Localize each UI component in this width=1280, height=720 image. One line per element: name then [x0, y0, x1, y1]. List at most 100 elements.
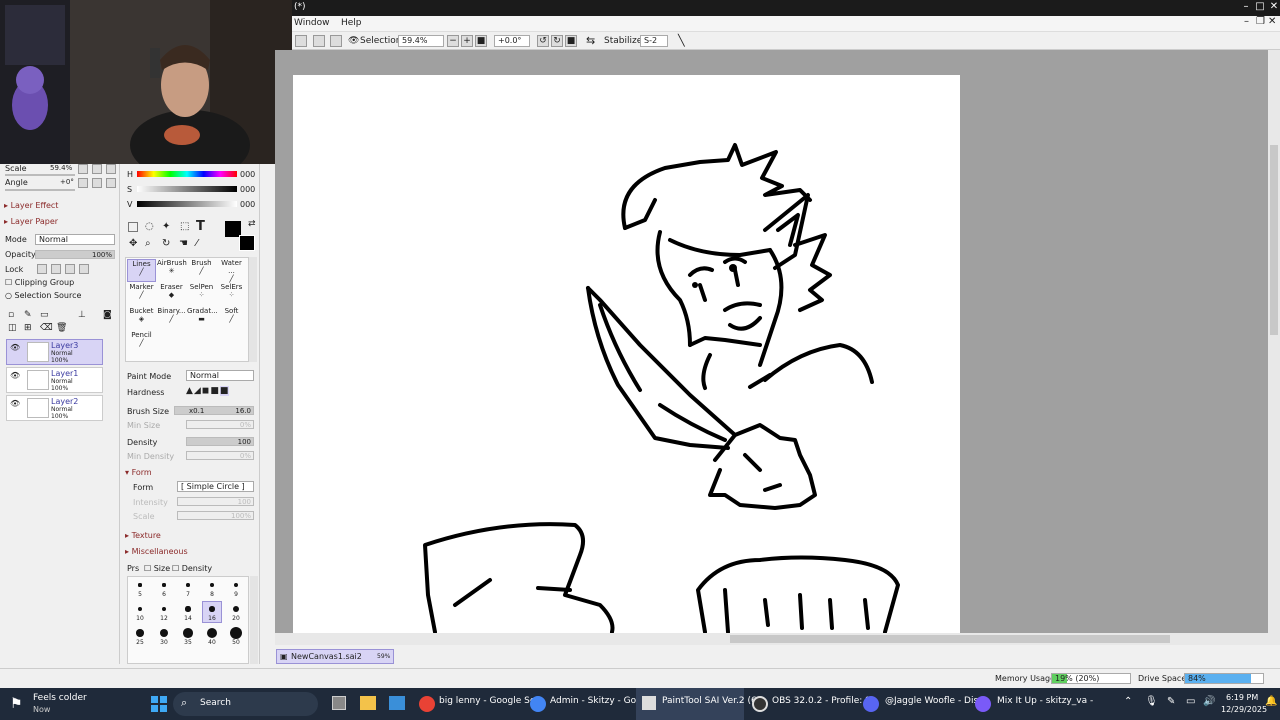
brush-size-dot[interactable]	[230, 627, 242, 639]
tool-soft[interactable]: Soft ╱	[217, 307, 246, 330]
clear-layer-icon[interactable]: ⌫	[40, 323, 53, 333]
drawing-canvas[interactable]	[293, 75, 960, 634]
layer-item[interactable]: 👁 Layer3 Normal 100%	[6, 339, 103, 365]
eyedropper-icon[interactable]: ⁄	[196, 238, 198, 249]
lock-paint-icon[interactable]	[51, 264, 61, 274]
rotate-icon[interactable]: ↻	[162, 238, 170, 249]
toolbar-icon-2[interactable]	[313, 35, 325, 47]
tool-binary[interactable]: Binary... ╱	[157, 307, 186, 330]
selection-toggle[interactable]: Selection	[360, 35, 401, 47]
doc-close-icon[interactable]: ✕	[1268, 16, 1276, 27]
misc-section[interactable]: ▸ Miscellaneous	[125, 547, 188, 556]
chrome-icon[interactable]	[419, 696, 435, 712]
vertical-scrollbar[interactable]	[1268, 50, 1280, 633]
tool-airbrush[interactable]: AirBrush ✳	[157, 259, 187, 282]
angle-reset-button[interactable]	[106, 178, 116, 188]
tool-bucket[interactable]: Bucket ◈	[127, 307, 156, 330]
scale-plus-button[interactable]	[92, 164, 102, 174]
blend-mode-select[interactable]: Normal	[35, 234, 115, 245]
brush-size-slider[interactable]: x0.1 16.0	[174, 406, 254, 415]
zoom-field[interactable]: 59.4%	[398, 35, 444, 47]
menu-help[interactable]: Help	[341, 18, 362, 28]
tool-lines[interactable]: Lines ╱	[127, 259, 156, 282]
intensity-slider[interactable]: 100	[177, 497, 254, 506]
tool-selers[interactable]: SelErs ⁘	[217, 283, 246, 306]
weather-title[interactable]: Feels colder	[33, 693, 87, 703]
tray-chevron-up-icon[interactable]: ⌃	[1124, 696, 1132, 707]
density-slider[interactable]: 100	[186, 437, 254, 446]
pen-icon[interactable]: ✎	[1167, 696, 1175, 707]
brush-size-dot[interactable]	[138, 583, 142, 587]
taskbar-app[interactable]: @Jaggle Woofle - Dis	[885, 696, 978, 706]
maximize-icon[interactable]: □	[1254, 1, 1266, 13]
line-icon[interactable]: ╲	[678, 35, 685, 47]
rotation-field[interactable]: +0.0°	[494, 35, 530, 47]
brush-size-scrollbar[interactable]	[250, 576, 258, 664]
vertical-scroll-thumb[interactable]	[1270, 145, 1278, 335]
brush-size-dot[interactable]	[136, 629, 144, 637]
close-icon[interactable]: ✕	[1268, 1, 1280, 13]
toolbar-icon-3[interactable]	[330, 35, 342, 47]
minimize-icon[interactable]: –	[1240, 1, 1252, 13]
delete-layer-icon[interactable]: 🗑	[56, 323, 67, 333]
lasso-icon[interactable]: ◌	[145, 221, 154, 232]
rotate-right-button[interactable]: ↻	[551, 35, 563, 47]
clock-time[interactable]: 6:19 PM	[1226, 693, 1258, 702]
menu-window[interactable]: Window	[294, 18, 330, 28]
min-size-slider[interactable]: 0%	[186, 420, 254, 429]
brush-size-dot[interactable]	[232, 605, 240, 613]
layer-item[interactable]: 👁 Layer1 Normal 100%	[6, 367, 103, 393]
selection-source-checkbox[interactable]: ○ Selection Source	[5, 291, 81, 300]
horizontal-scroll-thumb[interactable]	[730, 635, 1170, 643]
brush-size-dot[interactable]	[206, 627, 218, 639]
new-vector-layer-icon[interactable]: ✎	[24, 310, 32, 320]
swap-colors-icon[interactable]: ⇄	[248, 219, 256, 229]
form-select[interactable]: [ Simple Circle ]	[177, 481, 254, 492]
weather-icon[interactable]: ⚑	[10, 696, 23, 712]
transfer-icon[interactable]: ⊥	[78, 310, 86, 320]
rotate-left-button[interactable]: ↺	[537, 35, 549, 47]
scale-slider[interactable]	[5, 174, 75, 176]
taskbar-app[interactable]: Mix It Up - skitzy_va -	[997, 696, 1093, 706]
obs-icon[interactable]	[752, 696, 768, 712]
layer-paper-section[interactable]: ▸ Layer Paper	[4, 217, 58, 226]
tool-brush[interactable]: Brush ╱	[187, 259, 216, 282]
layer-mask-icon[interactable]: ◫	[8, 323, 17, 333]
eye-icon[interactable]: 👁	[348, 35, 359, 47]
file-explorer-icon[interactable]	[360, 696, 376, 710]
layer-item[interactable]: 👁 Layer2 Normal 100%	[6, 395, 103, 421]
rotate-reset-button[interactable]: ■	[565, 35, 577, 47]
chrome-icon[interactable]	[530, 696, 546, 712]
tool-eraser[interactable]: Eraser ◆	[157, 283, 186, 306]
rect-select-icon[interactable]	[128, 222, 138, 232]
scale-minus-button[interactable]	[78, 164, 88, 174]
text-tool-icon[interactable]: T	[196, 219, 205, 234]
discord-icon[interactable]	[863, 696, 879, 712]
zoom-out-button[interactable]: −	[447, 35, 459, 47]
doc-restore-icon[interactable]: ❐	[1256, 16, 1265, 27]
start-windows-icon[interactable]	[151, 696, 167, 712]
tool-selpen[interactable]: SelPen ⁘	[187, 283, 216, 306]
store-icon[interactable]	[389, 696, 405, 710]
tool-watercolor[interactable]: Water ... ╱	[217, 259, 246, 283]
clipping-group-checkbox[interactable]: ☐ Clipping Group	[5, 278, 74, 287]
zoom-reset-button[interactable]: ■	[475, 35, 487, 47]
form-section[interactable]: ▾ Form	[125, 468, 152, 477]
tool-grid-scrollbar[interactable]	[249, 257, 257, 362]
document-tab[interactable]: ▣ NewCanvas1.sai2 59%	[276, 649, 394, 664]
move-tool-icon[interactable]: ⬚	[180, 221, 189, 232]
mixitup-icon[interactable]	[975, 696, 991, 712]
brush-size-dot[interactable]	[209, 606, 215, 612]
flip-icon[interactable]: ⇆	[586, 35, 595, 47]
magic-wand-icon[interactable]: ✦	[162, 221, 170, 232]
stabilizer-select[interactable]: S-2	[640, 35, 668, 47]
zoom-in-button[interactable]: +	[461, 35, 473, 47]
prs-size-checkbox[interactable]: ☐ Size	[144, 564, 170, 573]
taskbar-search[interactable]: ⌕ Search	[173, 692, 318, 716]
brush-size-dot[interactable]	[186, 583, 190, 587]
hand-pan-icon[interactable]: ☚	[179, 238, 188, 249]
doc-minimize-icon[interactable]: –	[1244, 16, 1249, 27]
value-slider[interactable]	[137, 201, 237, 207]
brush-size-dot[interactable]	[159, 628, 169, 638]
prs-density-checkbox[interactable]: ☐ Density	[172, 564, 212, 573]
